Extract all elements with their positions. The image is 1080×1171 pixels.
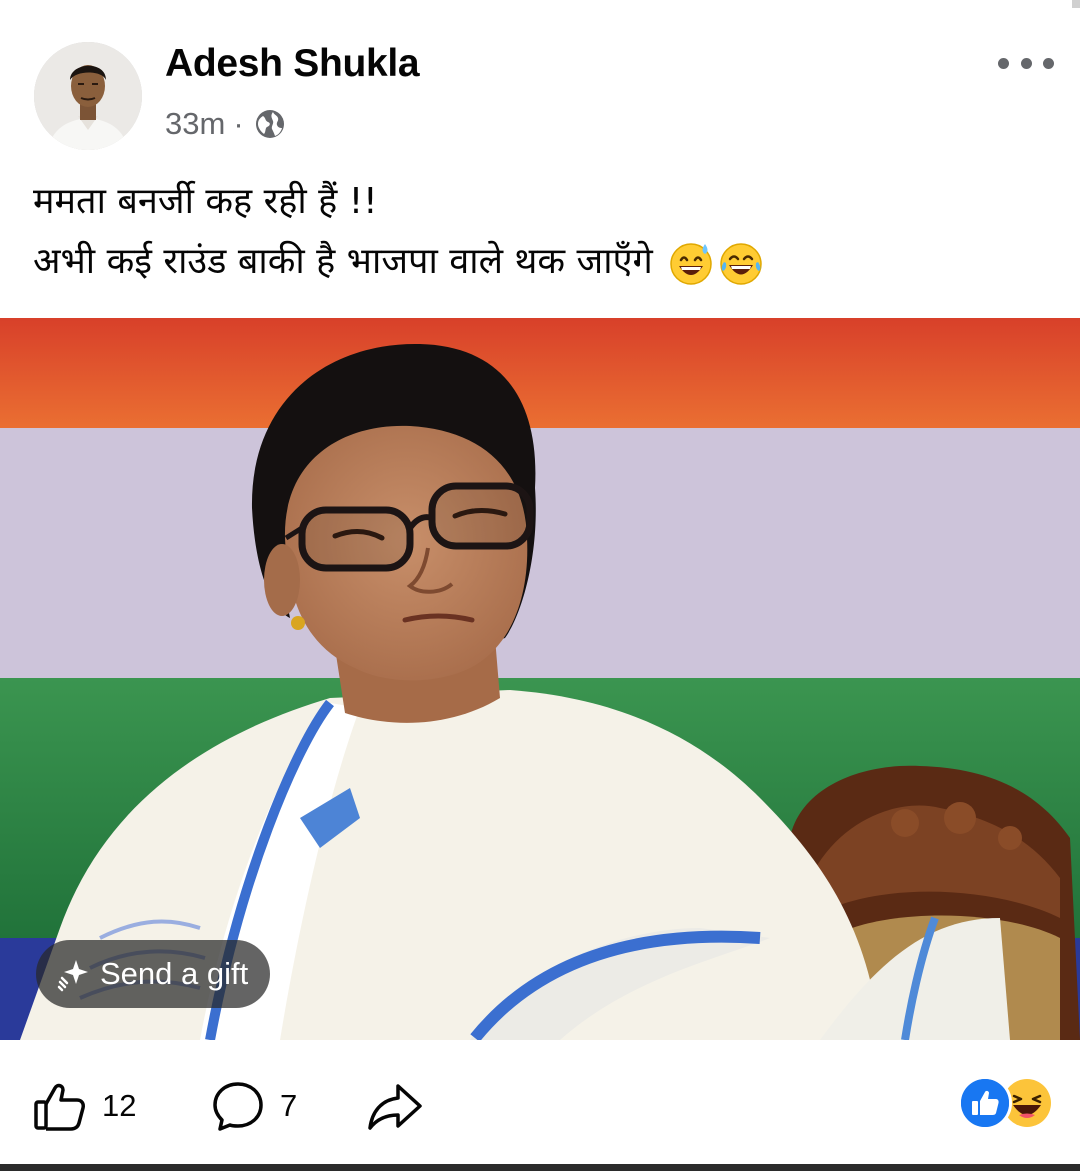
author-avatar[interactable] — [34, 42, 142, 150]
send-gift-button[interactable]: Send a gift — [36, 940, 271, 1008]
like-button[interactable]: 12 — [32, 1076, 136, 1136]
author-name[interactable]: Adesh Shukla — [165, 42, 420, 86]
gift-sparkle-icon — [56, 956, 92, 992]
like-reaction-icon — [958, 1076, 1012, 1130]
post-timestamp[interactable]: 33m — [165, 106, 225, 142]
post-text-line-2-wrap: अभी कई राउंड बाकी है भाजपा वाले थक जाएँग… — [33, 232, 1053, 292]
comment-bubble-icon — [210, 1078, 266, 1134]
post-meta: 33m · — [165, 104, 286, 144]
meta-separator: · — [233, 106, 244, 141]
post-text: ममता बनर्जी कह रही हैं !! अभी कई राउंड ब… — [33, 172, 1053, 292]
tears-of-joy-emoji — [718, 240, 764, 286]
share-arrow-icon — [366, 1078, 424, 1134]
globe-icon[interactable] — [254, 108, 286, 140]
share-button[interactable] — [366, 1076, 424, 1136]
grinning-sweat-emoji — [668, 240, 714, 286]
post-header: Adesh Shukla 33m · — [0, 0, 1080, 160]
post-text-line-2: अभी कई राउंड बाकी है भाजपा वाले थक जाएँग… — [33, 241, 653, 282]
thumbs-up-icon — [32, 1078, 88, 1134]
post-photo[interactable]: Send a gift — [0, 318, 1080, 1040]
comment-button[interactable]: 7 — [210, 1076, 297, 1136]
reaction-summary[interactable] — [958, 1076, 1054, 1130]
more-options-icon[interactable] — [998, 48, 1054, 78]
comment-count: 7 — [280, 1088, 298, 1123]
like-count: 12 — [102, 1088, 137, 1123]
send-gift-label: Send a gift — [100, 956, 249, 991]
post-text-line-1: ममता बनर्जी कह रही हैं !! — [33, 181, 378, 222]
post-action-bar: 12 7 — [0, 1040, 1080, 1166]
bottom-divider — [0, 1164, 1080, 1171]
